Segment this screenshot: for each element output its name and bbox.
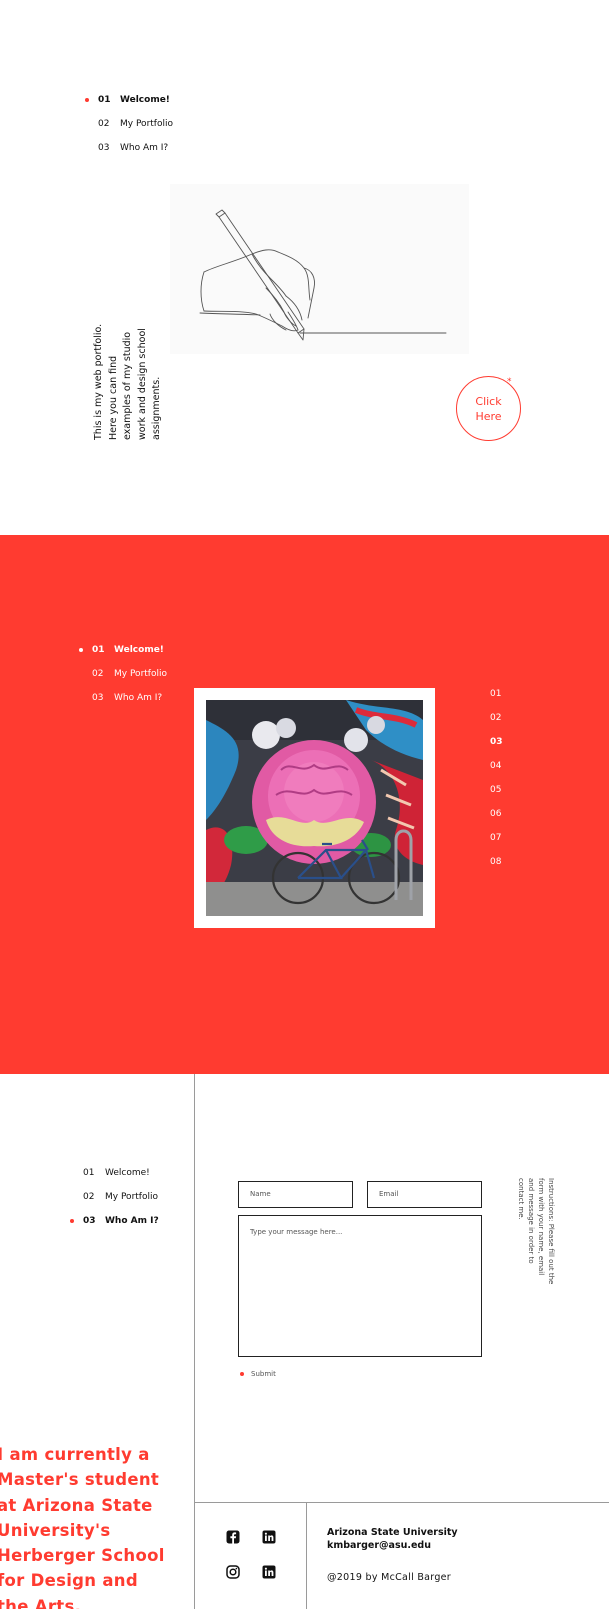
nav-item-number: 02 [98, 119, 110, 129]
nav-item-label: Who Am I? [105, 1216, 159, 1226]
instagram-icon[interactable] [226, 1565, 240, 1579]
nav-item-number: 02 [92, 669, 104, 679]
footer-contact: Arizona State University kmbarger@asu.ed… [327, 1526, 458, 1552]
nav-item-portfolio[interactable]: 02 My Portfolio [92, 662, 167, 686]
footer-org-name: Arizona State University [327, 1527, 458, 1538]
nav-item-label: Welcome! [120, 95, 170, 105]
intro-text: This is my web portfolio. Here you can f… [93, 323, 162, 440]
pager-item[interactable]: 06 [490, 802, 503, 826]
nav-item-label: Who Am I? [114, 693, 163, 703]
nav-item-label: My Portfolio [114, 669, 167, 679]
nav-item-number: 03 [83, 1216, 96, 1226]
footer-divider [194, 1502, 609, 1503]
portfolio-pager: 01 02 03 04 05 06 07 08 [490, 682, 503, 874]
nav-item-number: 03 [98, 143, 110, 153]
form-instructions: Instructions: Please fill out the form w… [517, 1178, 555, 1285]
portfolio-section: 01 Welcome! 02 My Portfolio 03 Who Am I? [0, 535, 609, 1074]
asterisk-mark: * [507, 377, 512, 387]
active-indicator-dot [85, 98, 89, 102]
nav-item-label: Welcome! [105, 1168, 150, 1178]
about-section: 01 Welcome! 02 My Portfolio 03 Who Am I?… [0, 1074, 609, 1609]
active-indicator-dot [79, 648, 83, 652]
section-nav: 01 Welcome! 02 My Portfolio 03 Who Am I? [79, 638, 167, 710]
nav-item-number: 01 [92, 645, 105, 655]
section-nav: 01 Welcome! 02 My Portfolio 03 Who Am I? [70, 1161, 159, 1233]
footer-email-link[interactable]: kmbarger@asu.edu [327, 1539, 458, 1552]
nav-item-number: 01 [98, 95, 111, 105]
nav-item-label: Welcome! [114, 645, 164, 655]
portfolio-image[interactable] [206, 700, 423, 916]
welcome-section: 01 Welcome! 02 My Portfolio 03 Who Am I? [0, 0, 609, 535]
pager-item[interactable]: 02 [490, 706, 503, 730]
nav-item-portfolio[interactable]: 02 My Portfolio [83, 1185, 159, 1209]
nav-item-label: My Portfolio [105, 1192, 158, 1202]
nav-item-number: 02 [83, 1192, 95, 1202]
pager-item[interactable]: 01 [490, 682, 503, 706]
linkedin-icon[interactable] [262, 1530, 276, 1544]
nav-item-portfolio[interactable]: 02 My Portfolio [98, 112, 173, 136]
linkedin-icon[interactable] [262, 1565, 276, 1579]
pager-item[interactable]: 07 [490, 826, 503, 850]
mural-photo [206, 700, 423, 916]
section-nav: 01 Welcome! 02 My Portfolio 03 Who Am I? [85, 88, 173, 160]
nav-item-number: 03 [92, 693, 104, 703]
name-field[interactable]: Name [238, 1181, 353, 1208]
nav-item-welcome[interactable]: 01 Welcome! [85, 88, 173, 112]
pager-item[interactable]: 08 [490, 850, 503, 874]
bio-text: I am currently a Master's student at Ari… [0, 1445, 165, 1609]
nav-item-welcome[interactable]: 01 Welcome! [83, 1161, 159, 1185]
divider-vertical [194, 1074, 195, 1609]
pager-item[interactable]: 05 [490, 778, 503, 802]
pager-item-active[interactable]: 03 [490, 730, 503, 754]
nav-item-label: My Portfolio [120, 119, 173, 129]
footer-copyright: @2019 by McCall Barger [327, 1572, 451, 1583]
message-field[interactable]: Type your message here... [238, 1215, 482, 1357]
active-indicator-dot [70, 1219, 74, 1223]
click-here-label: Click [475, 394, 502, 408]
nav-item-who-am-i[interactable]: 03 Who Am I? [92, 686, 167, 710]
hand-drawing-illustration [170, 184, 469, 354]
click-here-label-line2: Here [475, 409, 502, 423]
nav-item-who-am-i[interactable]: 03 Who Am I? [70, 1209, 159, 1233]
submit-dot-icon [240, 1372, 244, 1376]
pager-item[interactable]: 04 [490, 754, 503, 778]
email-field[interactable]: Email [367, 1181, 482, 1208]
submit-label: Submit [251, 1370, 276, 1378]
submit-button[interactable]: Submit [240, 1370, 276, 1378]
hand-drawing-pencil-icon [199, 209, 447, 341]
footer-divider-vertical [306, 1502, 307, 1609]
nav-item-label: Who Am I? [120, 143, 169, 153]
nav-item-number: 01 [83, 1168, 95, 1178]
portfolio-image-frame [194, 688, 435, 928]
facebook-icon[interactable] [226, 1530, 240, 1544]
nav-item-welcome[interactable]: 01 Welcome! [79, 638, 167, 662]
nav-item-who-am-i[interactable]: 03 Who Am I? [98, 136, 173, 160]
